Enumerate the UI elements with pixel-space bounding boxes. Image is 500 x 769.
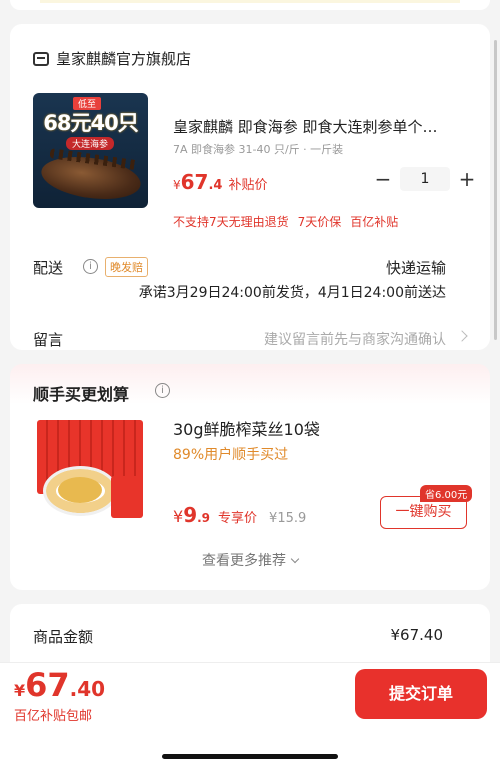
price-decimal: .4: [208, 178, 223, 193]
promo-subsidy: 百亿补贴: [350, 215, 399, 229]
more-recommend-label: 查看更多推荐: [202, 553, 286, 569]
chevron-down-icon: [290, 554, 300, 564]
product-spec[interactable]: 7A 即食海参 31-40 只/斤 · 一斤装: [173, 141, 343, 157]
product-price: ¥ 67 .4 补贴价: [173, 170, 267, 194]
product-title[interactable]: 皇家麒麟 即食海参 即食大连刺参单个…: [173, 116, 468, 137]
price-currency: ¥: [173, 178, 181, 192]
store-icon: [33, 51, 49, 66]
previous-card-edge: [10, 0, 490, 10]
recommend-title: 顺手买更划算: [33, 385, 130, 404]
pickle-bowl-illustration: [43, 466, 118, 516]
total-currency: ¥: [14, 681, 26, 700]
original-price: ¥15.9: [269, 511, 307, 526]
chevron-right-icon[interactable]: [456, 330, 468, 342]
recommend-name[interactable]: 30g鲜脆榨菜丝10袋: [173, 416, 320, 440]
quantity-stepper: − 1 +: [372, 167, 478, 191]
sea-cucumber-illustration: [38, 151, 144, 205]
message-label: 留言: [33, 331, 64, 349]
shipping-label: 配送: [33, 259, 64, 277]
scrollbar[interactable]: [494, 40, 497, 340]
price-currency: ¥: [173, 507, 184, 526]
pickle-pack-illustration: [111, 476, 143, 518]
message-input[interactable]: 建议留言前先与商家沟通确认: [264, 329, 446, 349]
store-name[interactable]: 皇家麒麟官方旗舰店: [56, 48, 191, 69]
image-badge-sub: 大连海参: [66, 137, 115, 150]
recommend-price: ¥ 9 .9 专享价 ¥15.9: [173, 503, 306, 527]
submit-order-button[interactable]: 提交订单: [355, 669, 487, 719]
recommend-card: 顺手买更划算 i 30g鲜脆榨菜丝10袋 89%用户顺手买过 ¥ 9 .9 专享…: [10, 364, 490, 590]
total-price: ¥ 67 .40: [14, 666, 105, 704]
price-integer: 67: [180, 170, 209, 194]
recommend-percent: 89%用户顺手买过: [173, 447, 289, 463]
quantity-input[interactable]: 1: [400, 167, 450, 191]
image-badge-main: 68元40只: [43, 111, 138, 135]
price-tag: 专享价: [218, 511, 258, 526]
home-indicator[interactable]: [162, 754, 338, 759]
subtotal-value: ¥67.40: [390, 626, 444, 644]
subtotal-label: 商品金额: [33, 628, 94, 646]
more-recommend-link[interactable]: 查看更多推荐: [10, 550, 490, 570]
info-icon[interactable]: i: [155, 383, 170, 398]
checkout-bar: ¥ 67 .40 百亿补贴包邮 提交订单: [0, 662, 500, 769]
shipping-method: 快递运输: [385, 259, 446, 277]
price-tag: 补贴价: [228, 178, 268, 193]
store-header[interactable]: 皇家麒麟官方旗舰店: [33, 48, 191, 69]
total-integer: 67: [25, 666, 70, 704]
promo-no-return: 不支持7天无理由退货: [173, 215, 289, 229]
promo-price-protect: 7天价保: [297, 215, 342, 229]
price-integer: 9: [183, 503, 198, 527]
shipping-promise: 承诺3月29日24:00前发货，4月1日24:00前送达: [138, 285, 446, 301]
total-decimal: .40: [69, 677, 106, 701]
info-icon[interactable]: i: [83, 259, 98, 274]
price-decimal: .9: [197, 511, 211, 525]
recommend-image[interactable]: [33, 414, 148, 529]
late-compensation-tag[interactable]: 晚发赔: [105, 257, 148, 277]
save-badge: 省6.00元: [420, 485, 473, 502]
promo-tags: 不支持7天无理由退货 7天价保 百亿补贴: [173, 213, 398, 230]
total-note: 百亿补贴包邮: [14, 709, 93, 724]
store-card: 皇家麒麟官方旗舰店 低至 68元40只 大连海参 皇家麒麟 即食海参 即食大连刺…: [10, 24, 490, 350]
increase-button[interactable]: +: [456, 168, 478, 190]
decrease-button[interactable]: −: [372, 168, 394, 190]
product-image[interactable]: 低至 68元40只 大连海参: [33, 93, 148, 208]
